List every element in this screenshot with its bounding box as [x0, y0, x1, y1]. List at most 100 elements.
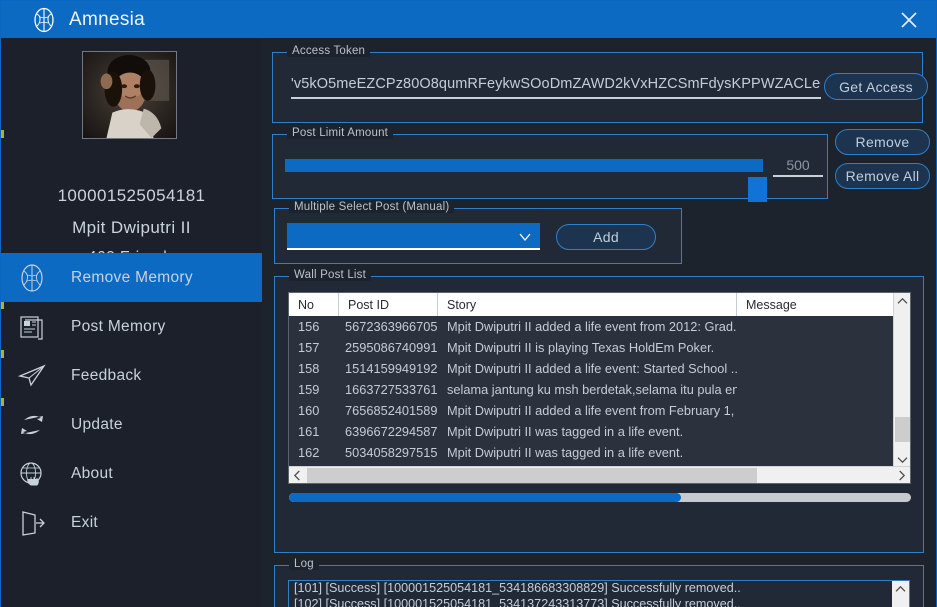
- paper-plane-icon: [15, 359, 49, 393]
- table-row[interactable]: 162 5034058297515... Mpit Dwiputri II was …: [289, 442, 895, 463]
- log-output[interactable]: [101] [Success] [100001525054181_5341866…: [288, 580, 910, 607]
- table-cell: [737, 337, 895, 358]
- edge-marker: [1, 130, 4, 138]
- post-limit-slider[interactable]: [285, 159, 767, 202]
- table-cell: Mpit Dwiputri II is playing Texas HoldEm…: [447, 340, 715, 355]
- title-bar: Amnesia: [1, 1, 936, 38]
- brain-icon: [15, 261, 49, 295]
- sidebar-item-update[interactable]: Update: [1, 400, 262, 449]
- access-token-group: Access Token Get Access: [272, 45, 928, 123]
- scrollbar-thumb[interactable]: [895, 417, 910, 442]
- profile-name: Mpit Dwiputri II: [72, 218, 191, 237]
- profile-id: 100001525054181: [57, 186, 206, 205]
- table-cell: Mpit Dwiputri II added a life event from…: [447, 319, 737, 334]
- sidebar-item-remove-memory[interactable]: Remove Memory: [1, 253, 262, 302]
- log-vertical-scrollbar[interactable]: [892, 581, 909, 607]
- remove-button[interactable]: Remove: [835, 129, 930, 155]
- table-cell: Mpit Dwiputri II added a life event: Sta…: [447, 361, 737, 376]
- group-title: Log: [289, 558, 319, 570]
- sidebar-item-label: Post Memory: [71, 317, 166, 335]
- table-header-row: No Post ID Story Message: [289, 293, 895, 316]
- main-panel: Access Token Get Access Post Limit Amoun…: [262, 38, 936, 607]
- remove-all-button[interactable]: Remove All: [835, 163, 930, 189]
- table-row[interactable]: 159 1663727533761... selama jantung ku msh…: [289, 379, 895, 400]
- column-header-story[interactable]: Story: [438, 293, 737, 316]
- table-cell: [737, 400, 895, 421]
- table-cell: 158: [298, 361, 320, 376]
- column-header-post-id[interactable]: Post ID: [339, 293, 438, 316]
- table-vertical-scrollbar[interactable]: [893, 293, 910, 468]
- sidebar-item-label: Feedback: [71, 366, 142, 384]
- close-icon[interactable]: [892, 3, 926, 37]
- post-limit-value-input[interactable]: [773, 155, 823, 177]
- table-row[interactable]: 160 7656852401589... Mpit Dwiputri II adde…: [289, 400, 895, 421]
- table-cell: Mpit Dwiputri II was tagged in a life ev…: [447, 424, 684, 439]
- multiple-select-dropdown[interactable]: [287, 223, 540, 250]
- table-cell: Mpit Dwiputri II added a life event from…: [447, 403, 737, 418]
- refresh-icon: [15, 408, 49, 442]
- table-cell: [737, 442, 895, 463]
- table-cell: 1663727533761...: [345, 382, 438, 397]
- table-horizontal-scrollbar[interactable]: [289, 466, 910, 483]
- wall-post-list-group: Wall Post List No Post ID Story Message …: [274, 269, 924, 553]
- scrollbar-thumb[interactable]: [307, 468, 757, 483]
- sidebar-item-feedback[interactable]: Feedback: [1, 351, 262, 400]
- table-cell: [737, 358, 895, 379]
- group-title: Wall Post List: [289, 269, 372, 281]
- log-group: Log [101] [Success] [100001525054181_534…: [274, 558, 924, 607]
- table-cell: 7656852401589...: [345, 403, 438, 418]
- slider-thumb[interactable]: [748, 177, 767, 202]
- get-access-button[interactable]: Get Access: [824, 73, 928, 100]
- table-cell: Mpit Dwiputri II was tagged in a life ev…: [447, 445, 684, 460]
- chevron-up-icon[interactable]: [892, 581, 909, 598]
- window-title: Amnesia: [69, 8, 146, 30]
- add-button[interactable]: Add: [556, 224, 656, 250]
- post-limit-group: Post Limit Amount: [272, 127, 828, 202]
- table-cell: 156: [298, 319, 320, 334]
- table-cell: [737, 421, 895, 442]
- sidebar: 100001525054181 Mpit Dwiputri II 460 Fri…: [1, 38, 262, 607]
- table-cell: 6396672294587...: [345, 424, 438, 439]
- chevron-up-icon[interactable]: [894, 293, 910, 310]
- sidebar-item-post-memory[interactable]: Post Memory: [1, 302, 262, 351]
- table-body: 156 5672363966705... Mpit Dwiputri II adde…: [289, 316, 895, 464]
- documents-icon: [15, 310, 49, 344]
- table-cell: 161: [298, 424, 320, 439]
- table-cell: 157: [298, 340, 320, 355]
- exit-door-icon: [15, 506, 49, 540]
- access-token-input[interactable]: [291, 71, 821, 99]
- column-header-message[interactable]: Message: [737, 293, 895, 316]
- table-row[interactable]: 161 6396672294587... Mpit Dwiputri II was …: [289, 421, 895, 442]
- wall-post-table: No Post ID Story Message 156 567236396670…: [288, 292, 911, 484]
- chevron-left-icon[interactable]: [289, 467, 306, 483]
- progress-bar-fill: [289, 493, 681, 502]
- sidebar-item-label: Remove Memory: [71, 268, 193, 286]
- table-cell: 160: [298, 403, 320, 418]
- table-row[interactable]: 157 2595086740991... Mpit Dwiputri II is p…: [289, 337, 895, 358]
- table-row[interactable]: 156 5672363966705... Mpit Dwiputri II adde…: [289, 316, 895, 337]
- table-cell: selama jantung ku msh berdetak,selama it…: [447, 382, 737, 397]
- group-title: Access Token: [287, 45, 371, 57]
- table-cell: 5672363966705...: [345, 319, 438, 334]
- table-row[interactable]: 158 1514159949192... Mpit Dwiputri II adde…: [289, 358, 895, 379]
- table-cell: [737, 379, 895, 400]
- log-line: [102] [Success] [100001525054181_5341372…: [294, 596, 741, 607]
- table-cell: 2595086740991...: [345, 340, 438, 355]
- sidebar-item-exit[interactable]: Exit: [1, 498, 262, 547]
- sidebar-item-label: Exit: [71, 513, 99, 531]
- table-cell: 159: [298, 382, 320, 397]
- sidebar-item-label: Update: [71, 415, 123, 433]
- progress-bar: [289, 493, 911, 502]
- column-header-no[interactable]: No: [289, 293, 339, 316]
- globe-hand-icon: [15, 457, 49, 491]
- brain-icon: [31, 7, 57, 33]
- avatar: [82, 51, 177, 139]
- group-title: Multiple Select Post (Manual): [289, 201, 455, 213]
- log-lines: [101] [Success] [100001525054181_5341866…: [289, 581, 909, 607]
- group-title: Post Limit Amount: [287, 127, 394, 139]
- sidebar-item-label: About: [71, 464, 114, 482]
- chevron-down-icon: [518, 230, 532, 242]
- chevron-right-icon[interactable]: [893, 467, 910, 483]
- sidebar-item-about[interactable]: About: [1, 449, 262, 498]
- log-line: [101] [Success] [100001525054181_5341866…: [294, 581, 741, 595]
